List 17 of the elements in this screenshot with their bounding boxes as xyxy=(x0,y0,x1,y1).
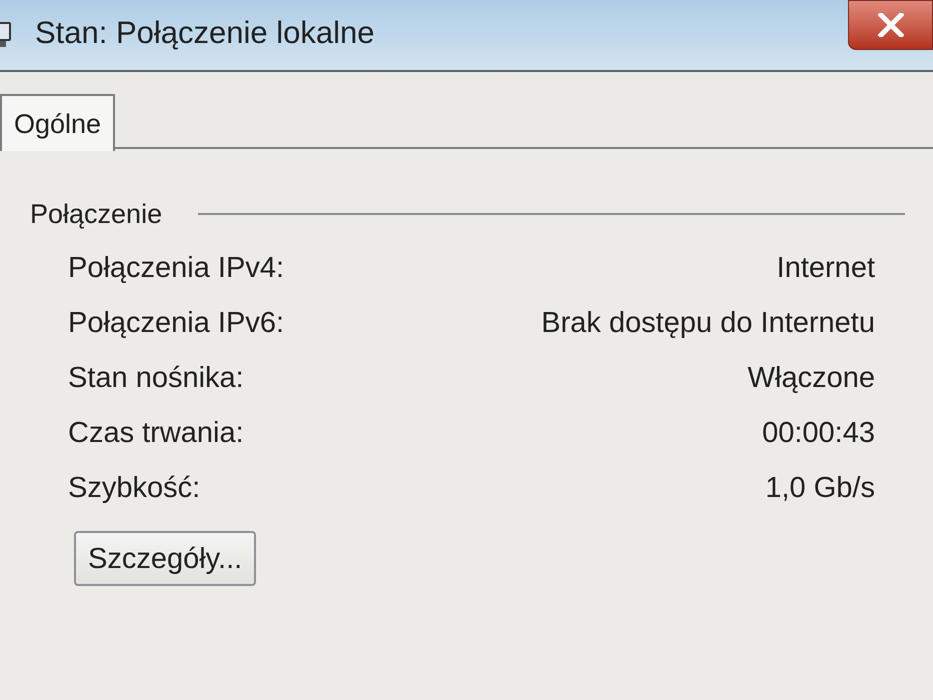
tab[interactable]: Ogólne xyxy=(0,94,116,151)
field-value: Włączone xyxy=(748,361,875,396)
field-label: Połączenia IPv6: xyxy=(68,306,284,341)
details-button[interactable]: Szczegóły... xyxy=(74,531,256,586)
window-title: Stan: Połączenie lokalne xyxy=(35,14,375,52)
close-button[interactable] xyxy=(848,0,933,50)
field-label: Szybkość: xyxy=(68,471,200,506)
monitor-icon xyxy=(0,22,13,48)
field-value: Brak dostępu do Internetu xyxy=(541,306,875,341)
field-value: Internet xyxy=(776,251,875,286)
field-value: 00:00:43 xyxy=(762,416,875,451)
close-icon xyxy=(878,13,904,37)
group-title: Połączenie xyxy=(30,198,162,231)
field-value: 1,0 Gb/s xyxy=(765,471,875,506)
field-label: Połączenia IPv4: xyxy=(68,251,284,286)
field-label: Stan nośnika: xyxy=(68,361,244,396)
field-label: Czas trwania: xyxy=(68,416,244,451)
